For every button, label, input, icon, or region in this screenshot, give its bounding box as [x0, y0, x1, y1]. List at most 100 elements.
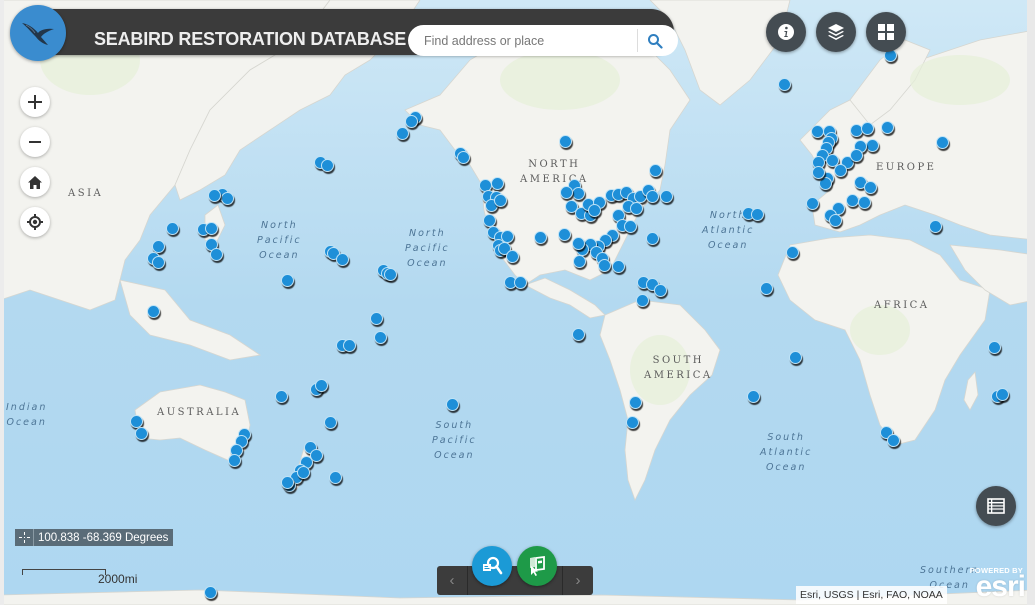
- zoom-out-button[interactable]: [20, 127, 50, 157]
- site-marker[interactable]: [228, 454, 241, 467]
- site-marker[interactable]: [881, 121, 894, 134]
- search-input[interactable]: [422, 32, 638, 49]
- site-marker[interactable]: [514, 276, 527, 289]
- site-marker[interactable]: [829, 214, 842, 227]
- site-marker[interactable]: [374, 331, 387, 344]
- site-marker[interactable]: [929, 220, 942, 233]
- site-marker[interactable]: [806, 197, 819, 210]
- site-marker[interactable]: [858, 196, 871, 209]
- site-marker[interactable]: [135, 427, 148, 440]
- site-marker[interactable]: [147, 305, 160, 318]
- site-marker[interactable]: [205, 222, 218, 235]
- site-marker[interactable]: [204, 586, 217, 599]
- site-marker[interactable]: [636, 294, 649, 307]
- site-marker[interactable]: [572, 328, 585, 341]
- site-marker[interactable]: [329, 471, 342, 484]
- site-marker[interactable]: [494, 194, 507, 207]
- site-marker[interactable]: [572, 187, 585, 200]
- site-marker[interactable]: [370, 312, 383, 325]
- site-marker[interactable]: [747, 390, 760, 403]
- site-marker[interactable]: [457, 151, 470, 164]
- select-tool-button[interactable]: [517, 546, 557, 586]
- site-marker[interactable]: [152, 256, 165, 269]
- site-marker[interactable]: [654, 284, 667, 297]
- site-marker[interactable]: [315, 379, 328, 392]
- attribute-table-button[interactable]: [976, 486, 1016, 526]
- label-north-pacific-west: North Pacific Ocean: [257, 220, 302, 261]
- basemap-gallery-button[interactable]: [866, 12, 906, 52]
- site-marker[interactable]: [559, 135, 572, 148]
- site-marker[interactable]: [988, 341, 1001, 354]
- scrollbar-track[interactable]: [1027, 0, 1035, 605]
- map-attribution[interactable]: Esri, USGS | Esri, FAO, NOAA: [796, 586, 947, 604]
- layers-button[interactable]: [816, 12, 856, 52]
- site-marker[interactable]: [275, 390, 288, 403]
- site-marker[interactable]: [789, 351, 802, 364]
- about-button[interactable]: [766, 12, 806, 52]
- label-south-america: SOUTH AMERICA: [644, 355, 713, 381]
- site-marker[interactable]: [558, 228, 571, 241]
- site-marker[interactable]: [281, 476, 294, 489]
- tool-carousel: ‹ ›: [437, 566, 593, 595]
- site-marker[interactable]: [630, 202, 643, 215]
- esri-logo[interactable]: POWERED BY esri: [967, 566, 1029, 604]
- site-marker[interactable]: [936, 136, 949, 149]
- coordinates-text: 100.838 -68.369 Degrees: [38, 531, 169, 544]
- site-marker[interactable]: [396, 127, 409, 140]
- site-marker[interactable]: [850, 149, 863, 162]
- site-marker[interactable]: [166, 222, 179, 235]
- locate-button[interactable]: [20, 207, 50, 237]
- site-marker[interactable]: [751, 208, 764, 221]
- site-marker[interactable]: [321, 159, 334, 172]
- site-marker[interactable]: [384, 268, 397, 281]
- site-marker[interactable]: [221, 192, 234, 205]
- site-marker[interactable]: [887, 434, 900, 447]
- zoom-in-button[interactable]: [20, 87, 50, 117]
- site-marker[interactable]: [210, 248, 223, 261]
- site-marker[interactable]: [864, 181, 877, 194]
- carousel-next-button[interactable]: ›: [562, 566, 593, 595]
- site-marker[interactable]: [405, 115, 418, 128]
- site-marker[interactable]: [208, 189, 221, 202]
- map-view[interactable]: ASIA NORTH AMERICA EUROPE AFRICA SOUTH A…: [0, 0, 1035, 605]
- site-marker[interactable]: [297, 466, 310, 479]
- site-marker[interactable]: [572, 237, 585, 250]
- site-marker[interactable]: [446, 398, 459, 411]
- site-marker[interactable]: [506, 250, 519, 263]
- site-marker[interactable]: [626, 416, 639, 429]
- search-button[interactable]: [637, 29, 672, 52]
- site-marker[interactable]: [573, 255, 586, 268]
- coordinates-toggle[interactable]: [15, 529, 34, 546]
- site-marker[interactable]: [612, 260, 625, 273]
- site-marker[interactable]: [491, 177, 504, 190]
- site-marker[interactable]: [760, 282, 773, 295]
- site-marker[interactable]: [996, 388, 1009, 401]
- site-marker[interactable]: [598, 259, 611, 272]
- site-marker[interactable]: [846, 194, 859, 207]
- home-button[interactable]: [20, 167, 50, 197]
- layers-icon: [828, 24, 844, 40]
- site-marker[interactable]: [646, 190, 659, 203]
- site-marker[interactable]: [646, 232, 659, 245]
- site-marker[interactable]: [343, 339, 356, 352]
- site-marker[interactable]: [834, 164, 847, 177]
- carousel-prev-button[interactable]: ‹: [437, 566, 468, 595]
- site-marker[interactable]: [588, 204, 601, 217]
- site-marker[interactable]: [649, 164, 662, 177]
- site-marker[interactable]: [660, 190, 673, 203]
- site-marker[interactable]: [281, 274, 294, 287]
- site-marker[interactable]: [786, 246, 799, 259]
- label-australia: AUSTRALIA: [157, 407, 242, 418]
- site-marker[interactable]: [629, 396, 642, 409]
- site-marker[interactable]: [819, 177, 832, 190]
- site-marker[interactable]: [866, 139, 879, 152]
- site-marker[interactable]: [812, 166, 825, 179]
- site-marker[interactable]: [778, 78, 791, 91]
- site-marker[interactable]: [861, 122, 874, 135]
- site-marker[interactable]: [324, 416, 337, 429]
- site-marker[interactable]: [624, 220, 637, 233]
- site-marker[interactable]: [560, 186, 573, 199]
- query-tool-button[interactable]: [472, 546, 512, 586]
- site-marker[interactable]: [336, 253, 349, 266]
- site-marker[interactable]: [534, 231, 547, 244]
